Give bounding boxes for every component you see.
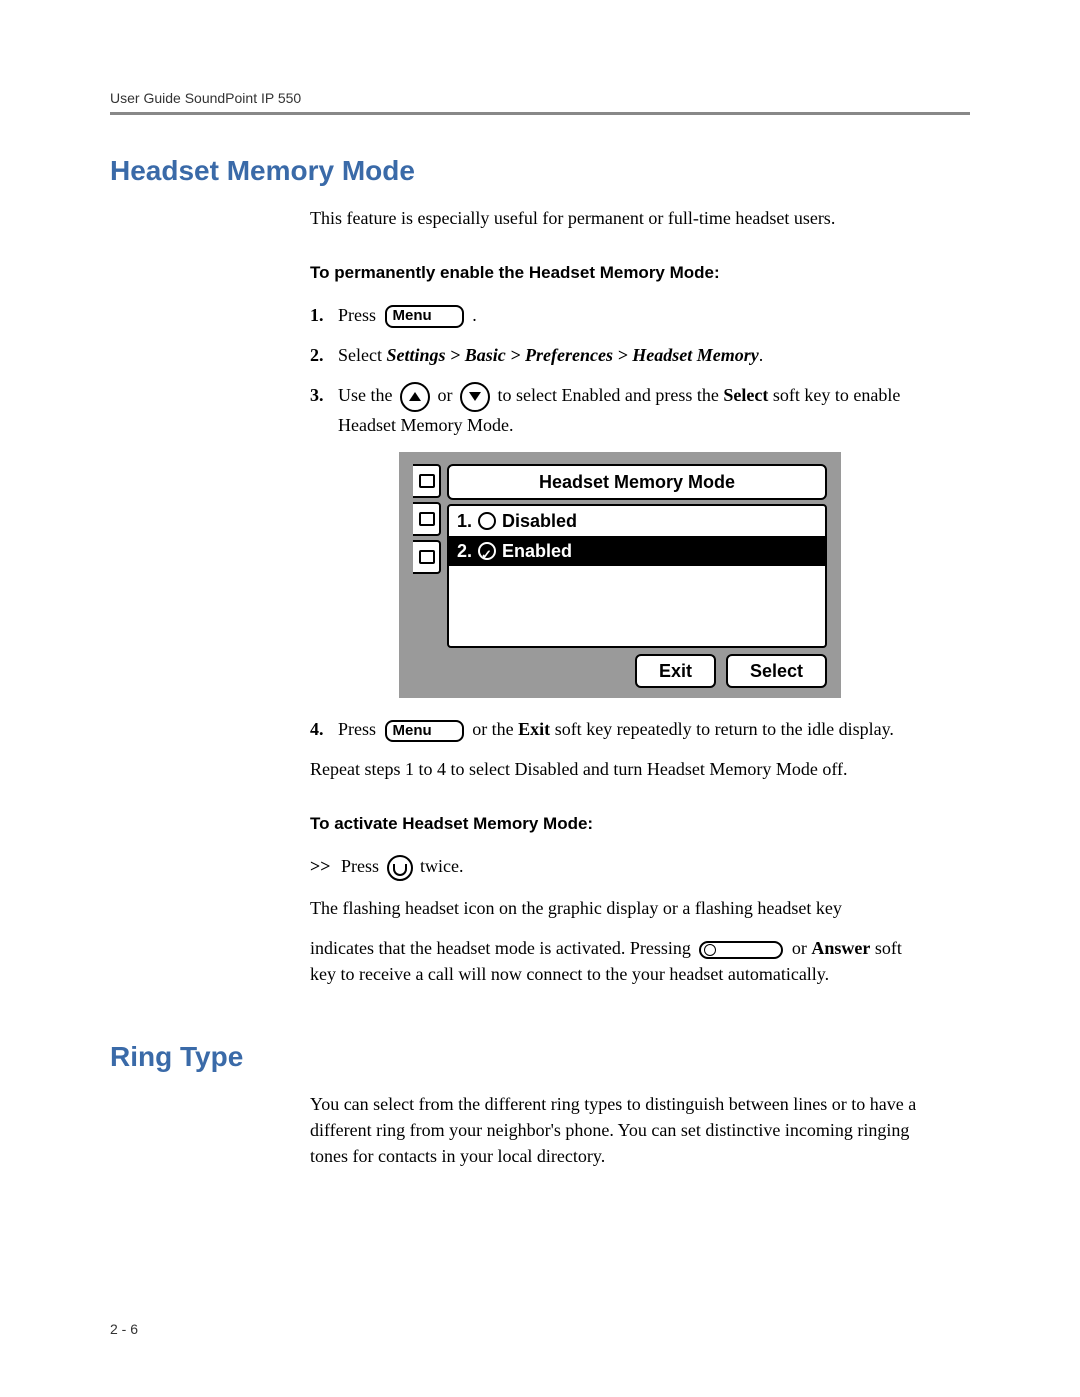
step-4: 4. Press Menu or the Exit soft key repea… — [310, 716, 930, 742]
heading-headset-memory-mode: Headset Memory Mode — [110, 155, 970, 187]
step-2: 2. Select Settings > Basic > Preferences… — [310, 342, 930, 368]
intro-paragraph: This feature is especially useful for pe… — [310, 205, 930, 231]
step-text: . — [472, 305, 477, 325]
lcd-frame: Headset Memory Mode 1. Disabled 2. Enabl… — [399, 452, 841, 698]
lcd-softkey-select: Select — [726, 654, 827, 688]
step-text: Press — [338, 719, 381, 739]
running-head: User Guide SoundPoint IP 550 — [110, 90, 970, 106]
lcd-option-number: 1. — [457, 508, 472, 534]
step-text: to select Enabled and press the — [497, 385, 723, 405]
lcd-tab-icon — [413, 464, 441, 498]
heading-ring-type: Ring Type — [110, 1041, 970, 1073]
step-number: 1. — [310, 302, 338, 328]
steps-list-continued: 4. Press Menu or the Exit soft key repea… — [310, 716, 930, 742]
header-rule — [110, 112, 970, 115]
answer-softkey-label: Answer — [811, 938, 870, 958]
select-softkey-label: Select — [723, 385, 768, 405]
menu-path: Settings > Basic > Preferences > Headset… — [386, 345, 758, 365]
line-key-icon — [699, 941, 783, 959]
step-text: or — [437, 385, 457, 405]
subheading-enable: To permanently enable the Headset Memory… — [310, 261, 930, 286]
lcd-screenshot: Headset Memory Mode 1. Disabled 2. Enabl… — [310, 452, 930, 698]
lcd-list: 1. Disabled 2. Enabled — [447, 504, 827, 648]
step-text: Select — [338, 345, 386, 365]
exit-softkey-label: Exit — [518, 719, 550, 739]
step-number: 4. — [310, 716, 338, 742]
lcd-sidebar — [413, 464, 441, 688]
step-1: 1. Press Menu . — [310, 302, 930, 328]
lcd-softkey-exit: Exit — [635, 654, 716, 688]
lcd-option-disabled: 1. Disabled — [449, 506, 825, 536]
step-number: 3. — [310, 382, 338, 408]
step-text: Use the — [338, 385, 397, 405]
page-number: 2 - 6 — [110, 1321, 138, 1337]
lcd-option-enabled: 2. Enabled — [449, 536, 825, 566]
body-column: This feature is especially useful for pe… — [310, 205, 930, 987]
activate-text: twice. — [420, 856, 463, 876]
menu-button-icon: Menu — [385, 305, 464, 328]
lcd-tab-icon — [413, 540, 441, 574]
page: User Guide SoundPoint IP 550 Headset Mem… — [0, 0, 1080, 1397]
radio-unchecked-icon — [478, 512, 496, 530]
lcd-option-label: Disabled — [502, 508, 577, 534]
radio-checked-icon — [478, 542, 496, 560]
step-text: . — [759, 345, 764, 365]
step-text: soft key repeatedly to return to the idl… — [550, 719, 894, 739]
activate-text: indicates that the headset mode is activ… — [310, 938, 695, 958]
step-number: 2. — [310, 342, 338, 368]
arrow-up-icon — [400, 382, 430, 412]
repeat-note: Repeat steps 1 to 4 to select Disabled a… — [310, 756, 930, 782]
activate-text: or — [792, 938, 812, 958]
arrow-down-icon — [460, 382, 490, 412]
chevron-marker: >> — [310, 856, 331, 876]
step-text: or the — [472, 719, 518, 739]
activate-text: Press — [337, 856, 384, 876]
step-3: 3. Use the or to select Enabled and pres… — [310, 382, 930, 438]
headset-icon — [387, 855, 413, 881]
menu-button-icon: Menu — [385, 720, 464, 743]
activate-step: >> Press twice. — [310, 853, 930, 881]
lcd-option-number: 2. — [457, 538, 472, 564]
steps-list: 1. Press Menu . 2. Select Settings > Bas… — [310, 302, 930, 438]
activate-line2: The flashing headset icon on the graphic… — [310, 895, 930, 921]
lcd-title: Headset Memory Mode — [447, 464, 827, 500]
ring-type-paragraph: You can select from the different ring t… — [310, 1091, 930, 1169]
step-text: Press — [338, 305, 381, 325]
lcd-tab-icon — [413, 502, 441, 536]
activate-line3: indicates that the headset mode is activ… — [310, 935, 930, 987]
lcd-option-label: Enabled — [502, 538, 572, 564]
subheading-activate: To activate Headset Memory Mode: — [310, 812, 930, 837]
